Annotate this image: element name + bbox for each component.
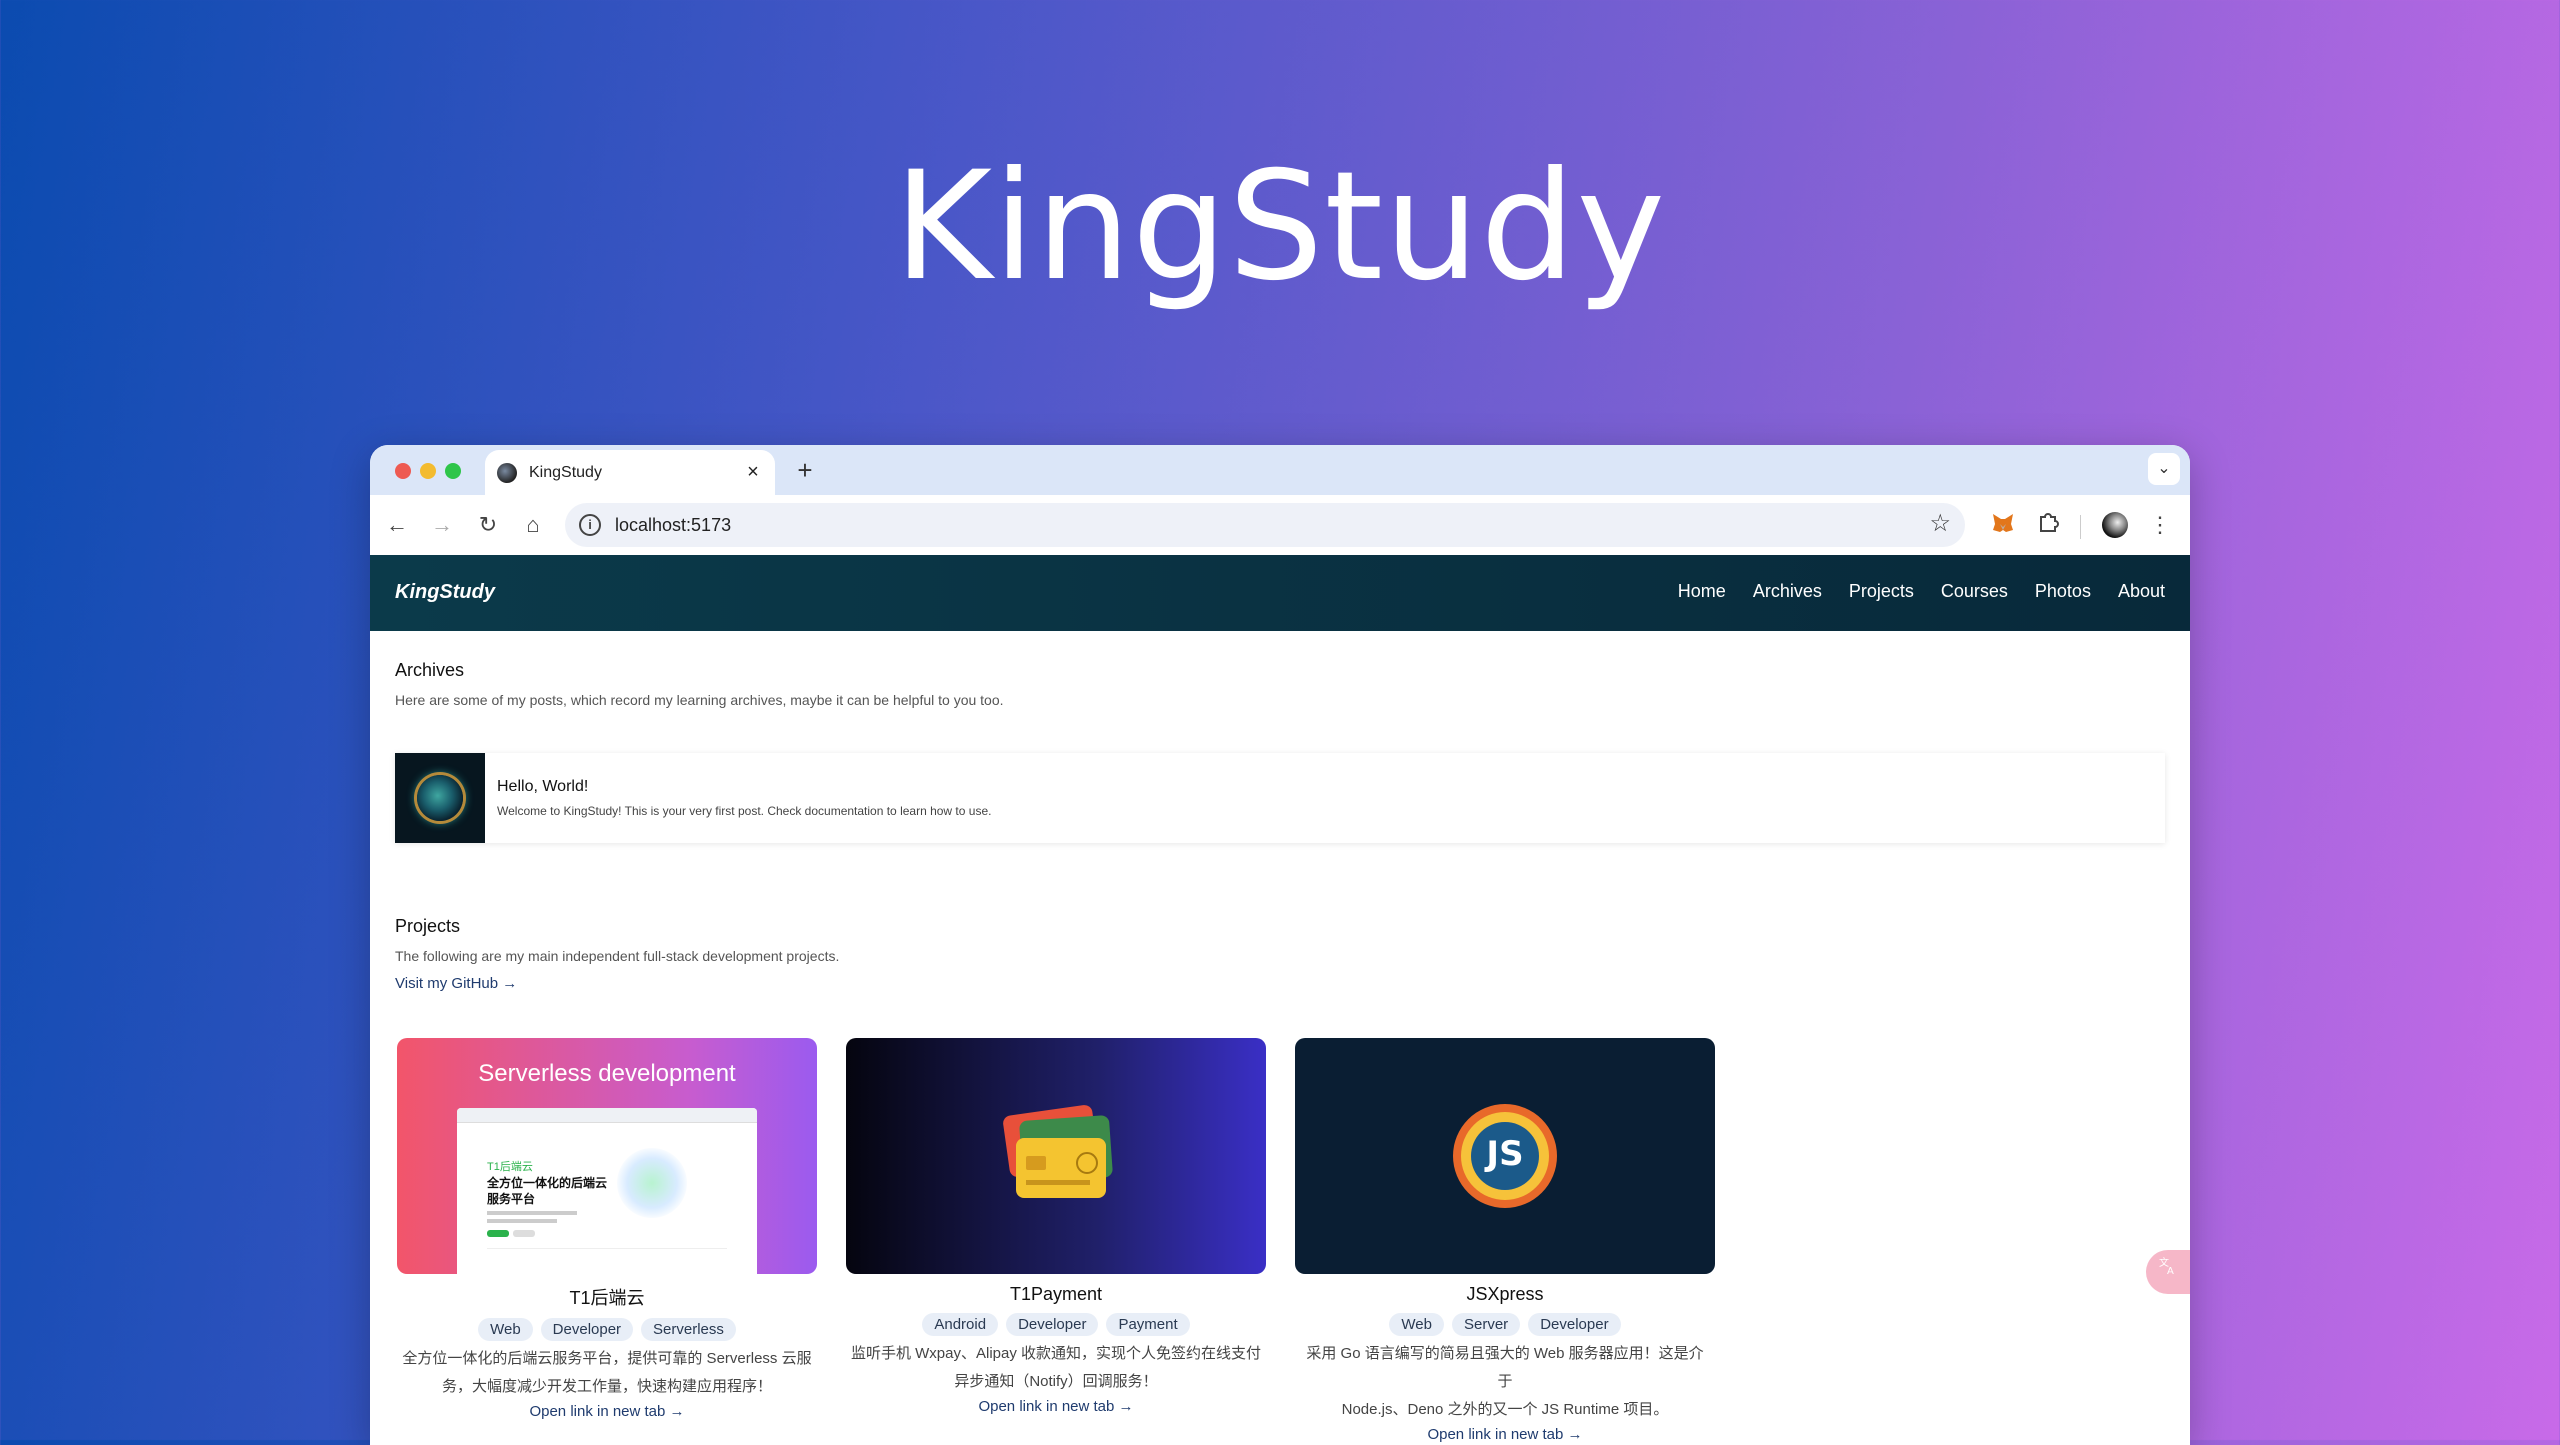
project-image-jsxpress[interactable]: JS [1295, 1038, 1715, 1274]
home-icon[interactable]: ⌂ [518, 510, 548, 540]
tag: Web [478, 1318, 533, 1341]
favicon-icon [497, 462, 517, 483]
project-link-wrap: Open link in new tab → [397, 1403, 817, 1421]
archives-title: Archives [395, 660, 465, 680]
project-description-line: 全方位一体化的后端云服务平台，提供可靠的 Serverless 云服 [402, 1350, 812, 1367]
tag: Payment [1106, 1313, 1190, 1336]
site-nav: Home Archives Projects Courses Photos Ab… [1678, 581, 2165, 602]
mock-illustration [617, 1148, 687, 1218]
site-header: KingStudy Home Archives Projects Courses… [370, 555, 2190, 631]
project-link[interactable]: Open link in new tab → [529, 1403, 684, 1420]
tag: Developer [540, 1318, 634, 1341]
project-description-line: 异步通知（Notify）回调服务！ [954, 1373, 1158, 1390]
nav-photos[interactable]: Photos [2035, 581, 2091, 602]
projects-description: The following are my main independent fu… [395, 948, 840, 964]
mock-heading-2: 服务平台 [487, 1192, 536, 1206]
project-tags: Web Developer Serverless [397, 1318, 817, 1341]
zoom-window-button[interactable] [445, 463, 461, 479]
hero-title: KingStudy [893, 140, 1667, 314]
nav-about[interactable]: About [2118, 581, 2165, 602]
new-tab-button[interactable]: + [790, 455, 820, 486]
project-name: JSXpress [1466, 1284, 1544, 1304]
project-name: T1后端云 [569, 1288, 645, 1308]
tab-title: KingStudy [529, 463, 602, 481]
tab-strip: KingStudy × + ⌄ [370, 445, 2190, 495]
project-tags: Web Server Developer [1295, 1313, 1715, 1336]
profile-avatar[interactable] [2100, 510, 2130, 540]
nav-projects[interactable]: Projects [1849, 581, 1914, 602]
toolbar-separator [2080, 515, 2081, 539]
project-card-t1[interactable]: Serverless development T1后端云 全方位一体化的后端云 … [397, 1038, 817, 1421]
js-logo-text: JS [1486, 1134, 1524, 1174]
tab-close-icon[interactable]: × [741, 461, 765, 484]
translate-icon: 文A [2159, 1256, 2174, 1277]
browser-window: KingStudy × + ⌄ ← → ↻ ⌂ i localhost:5173… [370, 445, 2190, 1445]
project-link-wrap: Open link in new tab → [846, 1398, 1266, 1416]
projects-title: Projects [395, 916, 461, 936]
project-link[interactable]: Open link in new tab → [978, 1398, 1133, 1415]
tab-search-chevron-icon[interactable]: ⌄ [2148, 453, 2180, 485]
tag: Server [1452, 1313, 1521, 1336]
tab-kingstudy[interactable]: KingStudy × [485, 450, 775, 495]
post-card[interactable]: Hello, World! Welcome to KingStudy! This… [395, 753, 2165, 843]
project-description: 采用 Go 语言编写的简易且强大的 Web 服务器应用！这是介于 Node.js… [1295, 1340, 1715, 1424]
archives-description: Here are some of my posts, which record … [395, 692, 1004, 708]
reload-icon[interactable]: ↻ [473, 510, 503, 540]
post-title[interactable]: Hello, World! [497, 778, 991, 796]
project-link-wrap: Open link in new tab → [1295, 1426, 1715, 1444]
js-badge-icon: JS [1453, 1104, 1557, 1208]
project-card-t1payment[interactable]: T1Payment Android Developer Payment 监听手机… [846, 1038, 1266, 1416]
tag: Web [1389, 1313, 1444, 1336]
back-arrow-icon[interactable]: ← [382, 510, 412, 540]
project-name: T1Payment [1009, 1284, 1103, 1304]
credit-card-icon [1016, 1138, 1106, 1198]
project-description: 全方位一体化的后端云服务平台，提供可靠的 Serverless 云服 务，大幅度… [397, 1345, 817, 1401]
tag: Android [922, 1313, 999, 1336]
project-link[interactable]: Open link in new tab → [1427, 1426, 1582, 1443]
site-brand[interactable]: KingStudy [395, 581, 495, 604]
translate-floating-button[interactable]: 文A [2146, 1250, 2190, 1294]
globe-icon [417, 775, 463, 821]
project-description-line: Node.js、Deno 之外的又一个 JS Runtime 项目。 [1341, 1401, 1669, 1418]
project-description-line: 采用 Go 语言编写的简易且强大的 Web 服务器应用！这是介于 [1306, 1345, 1704, 1390]
url-text[interactable]: localhost:5173 [615, 515, 731, 536]
bookmark-star-icon[interactable]: ☆ [1929, 509, 1951, 538]
project-image-caption: Serverless development [478, 1060, 736, 1087]
browser-toolbar: ← → ↻ ⌂ i localhost:5173 ☆ ⋮ [370, 495, 2190, 556]
address-bar[interactable]: i localhost:5173 ☆ [565, 503, 1965, 547]
tag: Developer [1006, 1313, 1099, 1336]
nav-courses[interactable]: Courses [1941, 581, 2008, 602]
menu-kebab-icon[interactable]: ⋮ [2145, 510, 2175, 540]
metamask-fox-icon[interactable] [1988, 510, 2018, 540]
minimize-window-button[interactable] [420, 463, 436, 479]
project-description-line: 监听手机 Wxpay、Alipay 收款通知，实现个人免签约在线支付 [850, 1345, 1262, 1362]
nav-home[interactable]: Home [1678, 581, 1726, 602]
forward-arrow-icon[interactable]: → [427, 510, 457, 540]
nav-archives[interactable]: Archives [1753, 581, 1822, 602]
close-window-button[interactable] [395, 463, 411, 479]
project-image-t1[interactable]: Serverless development T1后端云 全方位一体化的后端云 … [397, 1038, 817, 1274]
project-image-t1payment[interactable] [846, 1038, 1266, 1274]
project-card-jsxpress[interactable]: JS JSXpress Web Server Developer 采用 Go 语… [1295, 1038, 1715, 1444]
project-tags: Android Developer Payment [846, 1313, 1266, 1336]
github-link[interactable]: Visit my GitHub → [395, 975, 517, 992]
mock-title: T1后端云 [487, 1161, 533, 1173]
tag: Developer [1528, 1313, 1621, 1336]
project-description: 监听手机 Wxpay、Alipay 收款通知，实现个人免签约在线支付 异步通知（… [846, 1340, 1266, 1396]
site-info-icon[interactable]: i [579, 514, 601, 536]
project-screenshot-mock: T1后端云 全方位一体化的后端云 服务平台 [457, 1108, 757, 1274]
project-description-line: 务，大幅度减少开发工作量，快速构建应用程序！ [441, 1378, 772, 1395]
tag: Serverless [641, 1318, 736, 1341]
svg-text:A: A [2167, 1266, 2174, 1276]
extensions-puzzle-icon[interactable] [2033, 510, 2063, 540]
mock-heading-1: 全方位一体化的后端云 [487, 1176, 608, 1190]
post-thumbnail [395, 753, 485, 843]
post-excerpt: Welcome to KingStudy! This is your very … [497, 804, 992, 818]
